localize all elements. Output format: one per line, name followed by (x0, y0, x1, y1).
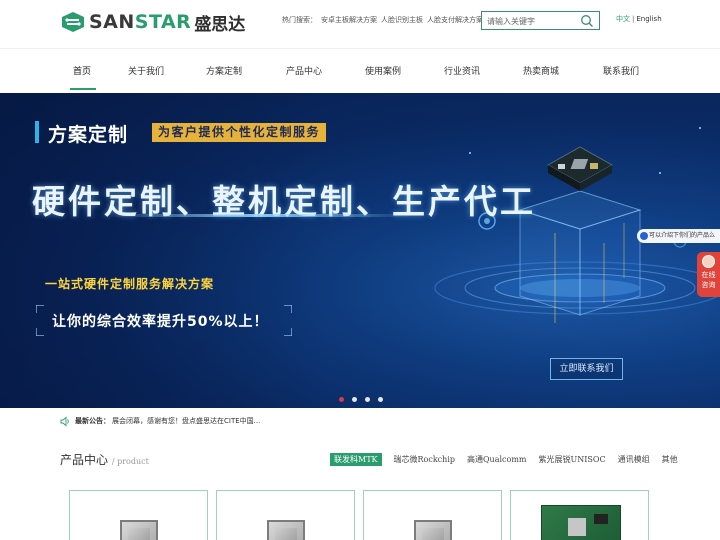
banner-tag-subtitle: 为客户提供个性化定制服务 (152, 123, 327, 142)
sparkle (469, 152, 471, 154)
cube-right (579, 209, 641, 316)
tab-other[interactable]: 其他 (662, 454, 678, 465)
tab-rockchip[interactable]: 瑞芯微Rockchip (394, 454, 455, 465)
slider-dot-2[interactable] (352, 397, 357, 402)
chip-icon (414, 520, 452, 540)
product-card[interactable] (69, 490, 208, 540)
sparkle (699, 127, 701, 129)
hot-link-face-board[interactable]: 人脸识别主板 (381, 15, 423, 25)
hot-link-face-pay[interactable]: 人脸支付解决方案 (427, 15, 483, 25)
nav-news[interactable]: 行业资讯 (444, 64, 480, 77)
main-nav: 首页 关于我们 方案定制 产品中心 使用案例 行业资讯 热卖商城 联系我们 (0, 48, 720, 92)
hot-link-android-board[interactable]: 安卓主板解决方案 (321, 15, 377, 25)
notice-label: 最新公告： (75, 417, 110, 425)
nav-about[interactable]: 关于我们 (128, 64, 164, 77)
products-title-en: / product (111, 457, 149, 466)
hot-search: 热门搜索： 安卓主板解决方案 人脸识别主板 人脸支付解决方案 (282, 15, 483, 25)
notice-link[interactable]: 展会闭幕，感谢有您！盘点盛思达在CITE中国... (112, 416, 260, 426)
lang-en-link[interactable]: English (636, 15, 661, 23)
tab-qualcomm[interactable]: 高通Qualcomm (467, 454, 527, 465)
chip-icon (267, 520, 305, 540)
page: SANSTAR 盛思达 热门搜索： 安卓主板解决方案 人脸识别主板 人脸支付解决… (0, 0, 720, 540)
tab-mtk[interactable]: 联发科MTK (330, 453, 382, 466)
agent-avatar (702, 255, 715, 268)
lang-separator: | (632, 15, 635, 23)
slider-dot-1[interactable] (339, 397, 344, 402)
nav-contact[interactable]: 联系我们 (603, 64, 639, 77)
banner-frame-text: 让你的综合效率提升50%以上！ (52, 314, 269, 330)
slider-dots (339, 397, 383, 402)
chip-icon (120, 520, 158, 540)
online-consult-button[interactable]: 在线咨询 (697, 252, 720, 297)
search-input[interactable] (487, 14, 577, 28)
logo-mark-icon (62, 12, 84, 32)
notice-bar: 最新公告： 展会闭幕，感谢有您！盘点盛思达在CITE中国... (60, 412, 260, 430)
cube-left (519, 209, 581, 316)
nav-active-indicator (70, 88, 96, 90)
logo[interactable]: SANSTAR 盛思达 (60, 10, 246, 35)
lang-cn-link[interactable]: 中文 (616, 15, 630, 23)
logo-text-en: SANSTAR (89, 11, 192, 33)
sparkle (659, 172, 661, 174)
nav-products[interactable]: 产品中心 (286, 64, 322, 77)
speaker-icon (60, 416, 69, 426)
tab-comm-module[interactable]: 通讯模组 (618, 454, 650, 465)
chat-tip-bubble[interactable]: 可以介绍下你们的产品么 (637, 229, 720, 243)
banner-frame: 让你的综合效率提升50%以上！ (36, 305, 292, 336)
tag-accent-bar (35, 121, 39, 143)
logo-text-cn: 盛思达 (194, 14, 246, 35)
product-card[interactable] (363, 490, 502, 540)
hero-banner[interactable]: 方案定制 为客户提供个性化定制服务 硬件定制、整机定制、生产代工 一站式硬件定制… (0, 93, 720, 408)
tab-unisoc[interactable]: 紫光展锐UNISOC (539, 454, 606, 465)
search-box (481, 11, 600, 30)
chat-bubble-icon (640, 232, 648, 240)
search-icon[interactable] (580, 14, 594, 28)
contact-us-button[interactable]: 立即联系我们 (550, 358, 623, 380)
product-card[interactable] (510, 490, 649, 540)
circuit-board-icon (546, 146, 614, 191)
products-section-title: 产品中心 / product (60, 451, 149, 468)
products-title-cn: 产品中心 (60, 453, 109, 467)
slider-dot-4[interactable] (378, 397, 383, 402)
nav-shop[interactable]: 热卖商城 (523, 64, 559, 77)
slider-dot-3[interactable] (365, 397, 370, 402)
header: SANSTAR 盛思达 热门搜索： 安卓主板解决方案 人脸识别主板 人脸支付解决… (0, 0, 720, 48)
product-card[interactable] (216, 490, 355, 540)
banner-tag-title: 方案定制 (48, 124, 129, 146)
headline-glow (110, 214, 410, 217)
nav-home[interactable]: 首页 (73, 64, 91, 77)
nav-solutions[interactable]: 方案定制 (206, 64, 242, 77)
online-consult-label: 在线咨询 (701, 271, 716, 289)
banner-subline: 一站式硬件定制服务解决方案 (45, 277, 215, 291)
nav-cases[interactable]: 使用案例 (365, 64, 401, 77)
board-icon (541, 505, 621, 540)
language-switch: 中文 | English (616, 14, 662, 24)
product-tabs: 联发科MTK 瑞芯微Rockchip 高通Qualcomm 紫光展锐UNISOC… (330, 453, 678, 466)
chat-tip-text: 可以介绍下你们的产品么 (649, 232, 716, 239)
hot-search-label: 热门搜索： (282, 16, 317, 24)
